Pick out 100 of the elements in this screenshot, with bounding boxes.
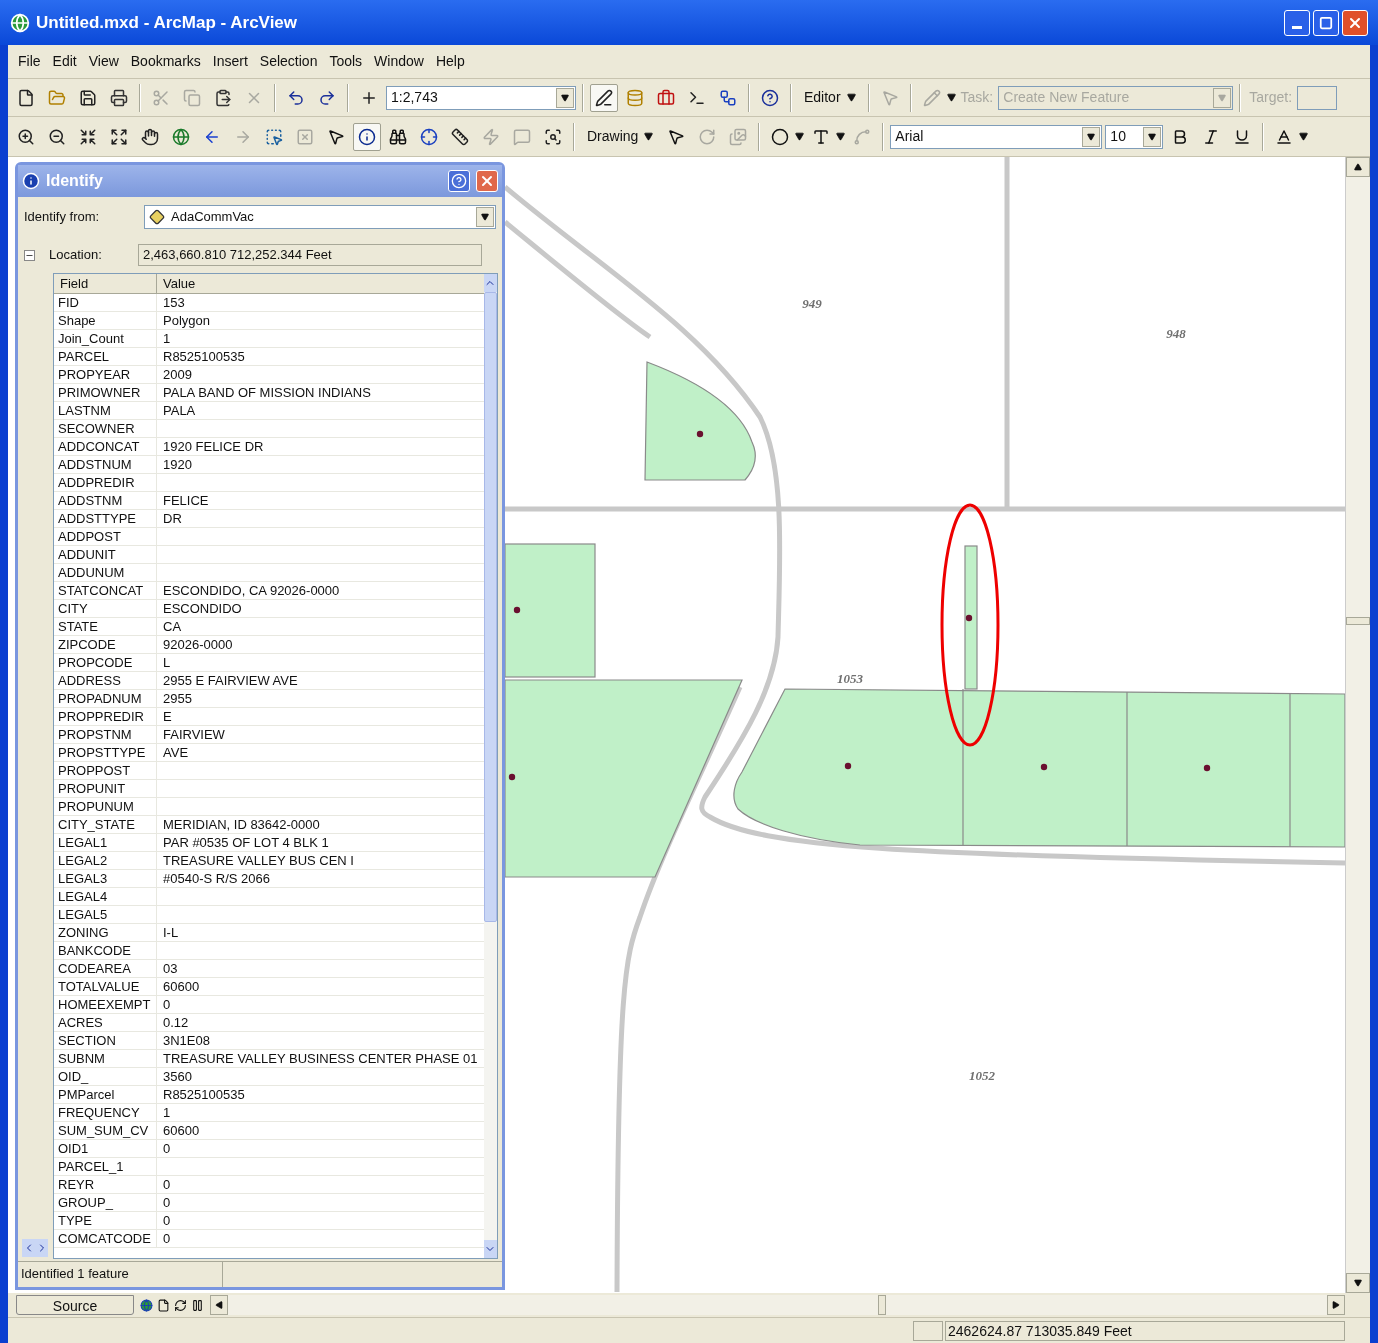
table-cell-text: 2955 bbox=[162, 690, 193, 707]
refresh-icon[interactable] bbox=[174, 1298, 187, 1312]
tree-toggle[interactable] bbox=[24, 249, 35, 261]
copy-icon bbox=[183, 88, 201, 107]
table-cell: SECTION bbox=[54, 1032, 157, 1049]
scroll-thumb[interactable] bbox=[878, 1295, 886, 1315]
paste-icon bbox=[214, 88, 232, 107]
data-view-globe-icon[interactable] bbox=[140, 1298, 153, 1312]
table-cell: ADDRESS bbox=[54, 672, 157, 689]
scroll-thumb[interactable] bbox=[1346, 617, 1370, 625]
column-header[interactable]: Field bbox=[54, 274, 157, 293]
identify-icon bbox=[358, 127, 376, 146]
menu-item[interactable]: Selection bbox=[259, 51, 318, 72]
scroll-left-icon bbox=[215, 1301, 223, 1309]
table-cell: SUM_SUM_CV bbox=[54, 1122, 157, 1139]
dropdown-arrow-button[interactable] bbox=[556, 87, 574, 108]
combo-box[interactable]: 1:2,743 bbox=[386, 85, 576, 110]
table-cell: TOTALVALUE bbox=[54, 978, 157, 995]
table-cell: HOMEEXEMPT bbox=[54, 996, 157, 1013]
layer-dropdown[interactable]: AdaCommVac bbox=[144, 205, 496, 229]
table-cell: CITY_STATE bbox=[54, 816, 157, 833]
menu-item[interactable]: Bookmarks bbox=[130, 51, 201, 72]
pause-icon[interactable] bbox=[191, 1298, 204, 1312]
dropdown-caret-icon bbox=[644, 132, 654, 141]
table-cell-text: L bbox=[162, 654, 172, 671]
location-label: Location: bbox=[49, 246, 103, 265]
layout-view-page-icon[interactable] bbox=[157, 1298, 170, 1312]
toolbar-menu-button[interactable]: Drawing bbox=[581, 122, 660, 151]
table-cell-text: ESCONDIDO, CA 92026-0000 bbox=[162, 582, 341, 599]
toolbar-label: Target: bbox=[1248, 88, 1294, 107]
caret-icon bbox=[1148, 132, 1157, 141]
table-cell: LEGAL1 bbox=[54, 834, 157, 851]
table-cell: BANKCODE bbox=[54, 942, 157, 959]
menu-item[interactable]: Edit bbox=[52, 51, 77, 72]
identify-button[interactable] bbox=[353, 122, 381, 151]
vertical-scrollbar[interactable] bbox=[483, 274, 497, 1258]
table-cell: PROPUNUM bbox=[54, 798, 157, 815]
menu-item[interactable]: View bbox=[88, 51, 119, 72]
pointer-icon bbox=[667, 127, 686, 146]
help-button[interactable] bbox=[448, 170, 470, 192]
table-cell: GROUP_ bbox=[54, 1194, 157, 1211]
next-button[interactable] bbox=[35, 1239, 48, 1257]
table-cell: Shape bbox=[54, 312, 157, 329]
column-header[interactable]: Value bbox=[157, 274, 484, 293]
underline-icon bbox=[1233, 127, 1252, 146]
toolbar-menu-button[interactable]: Editor bbox=[798, 83, 862, 112]
table-cell-text: I-L bbox=[162, 924, 180, 941]
dropdown-arrow-button[interactable] bbox=[1082, 126, 1101, 147]
vertical-scrollbar[interactable] bbox=[1345, 157, 1370, 1293]
horizontal-scrollbar[interactable] bbox=[210, 1295, 1345, 1315]
close-icon bbox=[479, 173, 495, 189]
full-extent-globe-icon bbox=[172, 127, 190, 146]
save-icon bbox=[79, 88, 97, 107]
previous-button[interactable] bbox=[22, 1239, 35, 1257]
combo-value: 1:2,743 bbox=[390, 88, 439, 107]
table-cell: PROPPOST bbox=[54, 762, 157, 779]
maximize-button[interactable] bbox=[1313, 9, 1339, 36]
table-cell-text: TREASURE VALLEY BUSINESS CENTER PHASE 01 bbox=[162, 1050, 479, 1067]
find-binoculars-icon bbox=[389, 127, 407, 146]
menu-item[interactable]: Help bbox=[435, 51, 465, 72]
close-button[interactable] bbox=[1342, 9, 1368, 36]
close-button[interactable] bbox=[476, 170, 498, 192]
table-cell-text: 92026-0000 bbox=[162, 636, 234, 653]
table-cell-text: 0.12 bbox=[162, 1014, 190, 1031]
window-title: Untitled.mxd - ArcMap - ArcView bbox=[36, 11, 298, 34]
zoom-to-selected-icon bbox=[729, 127, 748, 146]
dropdown-caret-icon[interactable] bbox=[836, 132, 846, 141]
editor-toolbar-button[interactable] bbox=[590, 83, 618, 112]
select-elements-icon bbox=[327, 127, 345, 146]
dropdown-arrow-button[interactable] bbox=[476, 207, 494, 227]
table-cell: CODEAREA bbox=[54, 960, 157, 977]
table-cell: ADDSTNM bbox=[54, 492, 157, 509]
menu-item[interactable]: Window bbox=[374, 51, 424, 72]
dropdown-caret-icon[interactable] bbox=[795, 132, 805, 141]
magnifier-icon bbox=[544, 127, 562, 146]
caret-icon bbox=[1087, 132, 1096, 141]
popup-icon bbox=[513, 127, 531, 146]
menu-item[interactable]: Tools bbox=[329, 51, 363, 72]
redo-icon bbox=[318, 88, 336, 107]
source-tab[interactable]: Source bbox=[16, 1295, 134, 1315]
dropdown-caret-icon[interactable] bbox=[946, 93, 956, 102]
scroll-thumb[interactable] bbox=[483, 292, 497, 922]
dropdown-caret-icon[interactable] bbox=[1299, 132, 1309, 141]
minimize-icon bbox=[1292, 26, 1302, 29]
maximize-icon bbox=[1319, 15, 1333, 30]
dropdown-arrow-button[interactable] bbox=[1143, 126, 1162, 147]
combo-box[interactable]: 10 bbox=[1105, 124, 1164, 149]
menu-item[interactable]: Insert bbox=[212, 51, 248, 72]
parcel-centroid bbox=[513, 606, 521, 614]
status-panel bbox=[913, 1320, 943, 1341]
table-cell: STATCONCAT bbox=[54, 582, 157, 599]
location-field[interactable]: 2,463,660.810 712,252.344 Feet bbox=[138, 244, 482, 266]
menu-item[interactable]: File bbox=[18, 51, 41, 72]
table-cell-text: 60600 bbox=[162, 1122, 201, 1139]
table-cell-text: 2009 bbox=[162, 366, 193, 383]
combo-box[interactable]: Arial bbox=[890, 124, 1103, 149]
table-cell-text: 0 bbox=[162, 1230, 172, 1247]
table-cell-text: R8525100535 bbox=[162, 348, 246, 365]
table-cell-text: 1920 FELICE DR bbox=[162, 438, 265, 455]
minimize-button[interactable] bbox=[1284, 9, 1310, 36]
